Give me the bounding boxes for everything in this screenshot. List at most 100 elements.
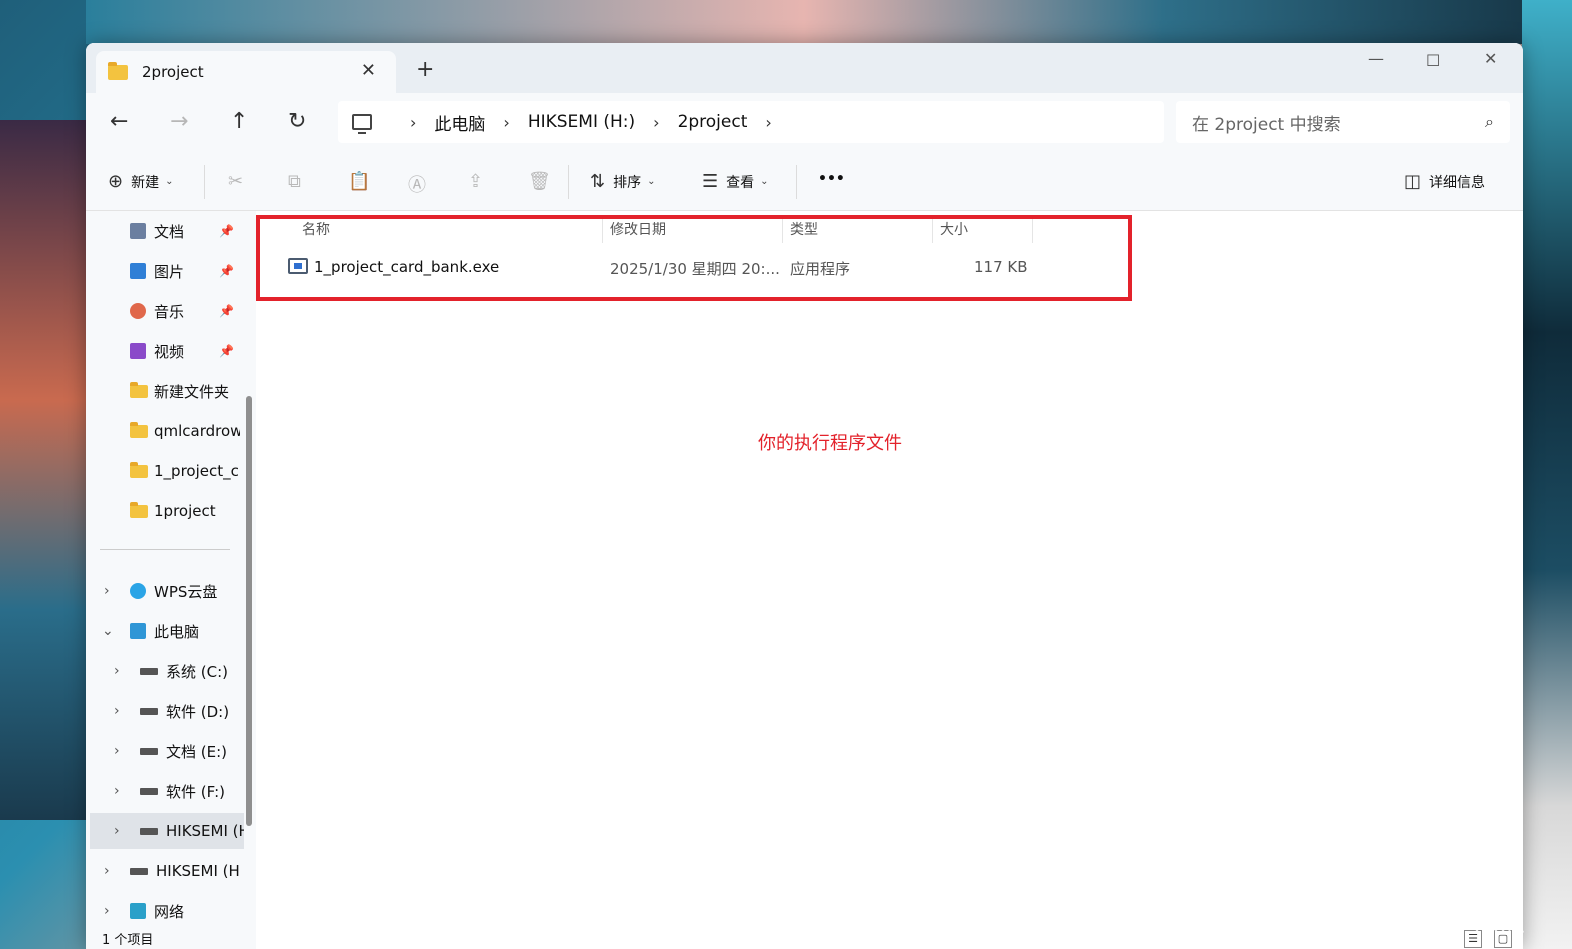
maximize-icon[interactable]: ☐ (1426, 51, 1440, 70)
folder-icon (130, 381, 148, 398)
chevron-right-icon[interactable]: › (114, 663, 120, 679)
minimize-icon[interactable]: — (1368, 49, 1384, 68)
desktop-wallpaper-left (0, 120, 86, 820)
breadcrumb-this-pc[interactable]: 此电脑 (434, 110, 485, 135)
pictures-icon (130, 263, 146, 279)
sidebar-item-drive-d[interactable]: › 软件 (D:) (86, 693, 240, 729)
chevron-down-icon[interactable]: ⌄ (102, 623, 114, 639)
paste-icon[interactable]: 📋 (348, 171, 370, 192)
refresh-icon[interactable]: ↻ (288, 109, 306, 134)
chevron-right-icon[interactable]: › (114, 743, 120, 759)
chevron-right-icon[interactable]: › (104, 903, 110, 919)
drive-icon (130, 867, 148, 875)
sidebar-item-new-folder[interactable]: 新建文件夹 (86, 373, 240, 409)
drive-icon (140, 707, 158, 715)
sidebar-item-documents[interactable]: 文档 📌 (86, 213, 240, 249)
computer-icon (130, 623, 146, 639)
chevron-down-icon: ⌄ (165, 176, 174, 187)
item-count: 1 个项目 (102, 933, 154, 948)
desktop-wallpaper-right (1522, 0, 1572, 949)
new-button[interactable]: ⊕ 新建 ⌄ (108, 171, 173, 192)
video-icon (130, 343, 146, 359)
sidebar-item-1project[interactable]: 1project (86, 493, 240, 529)
tab-2project[interactable]: 2project ✕ (96, 51, 396, 93)
chevron-right-icon[interactable]: › (114, 823, 120, 839)
folder-icon (108, 61, 128, 80)
more-options-button[interactable]: ••• (818, 171, 845, 187)
chevron-right-icon[interactable]: › (114, 783, 120, 799)
forward-arrow-icon[interactable]: → (170, 109, 188, 134)
sidebar-item-videos[interactable]: 视频 📌 (86, 333, 240, 369)
breadcrumb-drive[interactable]: HIKSEMI (H:) (528, 112, 635, 132)
sidebar-item-this-pc[interactable]: ⌄ 此电脑 (86, 613, 240, 649)
folder-icon (130, 501, 148, 518)
drive-icon (140, 747, 158, 755)
sidebar-scrollbar[interactable] (246, 396, 252, 826)
sidebar-item-drive-h-selected[interactable]: › HIKSEMI (H:) (90, 813, 244, 849)
sidebar-item-drive-h[interactable]: › HIKSEMI (H:) (86, 853, 240, 889)
sort-icon: ⇅ (590, 171, 606, 192)
sidebar-item-music[interactable]: 音乐 📌 (86, 293, 240, 329)
sidebar-item-1-project-c[interactable]: 1_project_c (86, 453, 240, 489)
chevron-right-icon[interactable]: › (503, 113, 509, 132)
pin-icon[interactable]: 📌 (219, 304, 234, 318)
search-icon[interactable]: ⌕ (1485, 112, 1494, 132)
command-bar: ⊕ 新建 ⌄ ✂ ⧉ 📋 Ⓐ ⇪ 🗑 ⇅ 排序 ⌄ ☰ 查看 ⌄ ••• ◫ 详… (86, 153, 1523, 211)
chevron-right-icon[interactable]: › (104, 583, 110, 599)
tab-title: 2project (142, 63, 204, 81)
chevron-right-icon[interactable]: › (765, 113, 771, 132)
close-window-icon[interactable]: ✕ (1484, 49, 1497, 68)
sidebar-item-qmlcardrow[interactable]: qmlcardrow (86, 413, 240, 449)
toolbar-divider (568, 165, 569, 199)
details-pane-icon: ◫ (1404, 171, 1422, 192)
chevron-right-icon[interactable]: › (114, 703, 120, 719)
toolbar-divider (204, 165, 205, 199)
sidebar-item-network[interactable]: › 网络 (86, 893, 240, 929)
breadcrumb-folder[interactable]: 2project (678, 112, 748, 132)
annotation-highlight-box (256, 215, 1132, 301)
sidebar-divider (100, 549, 230, 550)
chevron-right-icon[interactable]: › (104, 863, 110, 879)
pin-icon[interactable]: 📌 (219, 264, 234, 278)
delete-icon[interactable]: 🗑 (528, 171, 551, 192)
desktop-wallpaper-top (86, 0, 1522, 44)
share-icon[interactable]: ⇪ (468, 171, 483, 192)
file-list: 名称 修改日期 类型 大小 1_project_card_bank.exe 20… (256, 211, 1523, 949)
plus-circle-icon: ⊕ (108, 171, 124, 192)
cut-icon[interactable]: ✂ (228, 171, 243, 192)
details-pane-button[interactable]: ◫ 详细信息 (1404, 171, 1485, 192)
rename-icon[interactable]: Ⓐ (408, 171, 426, 197)
pin-icon[interactable]: 📌 (219, 344, 234, 358)
sidebar-item-drive-f[interactable]: › 软件 (F:) (86, 773, 240, 809)
address-bar[interactable]: › 此电脑 › HIKSEMI (H:) › 2project › (338, 101, 1164, 143)
chevron-right-icon[interactable]: › (653, 113, 659, 132)
sidebar-item-pictures[interactable]: 图片 📌 (86, 253, 240, 289)
folder-icon (130, 421, 148, 438)
copy-icon[interactable]: ⧉ (288, 171, 301, 192)
music-icon (130, 303, 146, 319)
drive-icon (140, 787, 158, 795)
sort-button[interactable]: ⇅ 排序 ⌄ (590, 171, 655, 192)
view-button[interactable]: ☰ 查看 ⌄ (702, 171, 769, 192)
new-tab-plus-icon[interactable]: + (416, 57, 434, 82)
file-explorer-window: 2project ✕ + — ☐ ✕ ← → ↑ ↻ › 此电脑 › HIKSE… (86, 43, 1523, 949)
more-icon: ••• (818, 171, 845, 187)
back-arrow-icon[interactable]: ← (110, 109, 128, 134)
chevron-right-icon[interactable]: › (410, 113, 416, 132)
navigation-pane: 文档 📌 图片 📌 音乐 📌 视频 📌 新建文件夹 qmlcardrow 1_p… (86, 211, 256, 949)
search-box[interactable]: 在 2project 中搜索 ⌕ (1176, 101, 1510, 143)
sidebar-item-wps-cloud[interactable]: › WPS云盘 (86, 573, 240, 609)
toolbar-divider (796, 165, 797, 199)
title-bar: 2project ✕ + — ☐ ✕ (86, 43, 1523, 93)
cloud-icon (130, 583, 146, 599)
pin-icon[interactable]: 📌 (219, 224, 234, 238)
navigation-bar: ← → ↑ ↻ › 此电脑 › HIKSEMI (H:) › 2project … (86, 93, 1523, 153)
up-arrow-icon[interactable]: ↑ (230, 109, 248, 134)
close-tab-icon[interactable]: ✕ (361, 60, 376, 81)
sidebar-item-drive-c[interactable]: › 系统 (C:) (86, 653, 240, 689)
watermark: CSDN @只会一点点 (1288, 907, 1526, 937)
sidebar-item-drive-e[interactable]: › 文档 (E:) (86, 733, 240, 769)
sort-label: 排序 (613, 174, 642, 191)
drive-icon (140, 667, 158, 675)
chevron-down-icon: ⌄ (760, 176, 769, 187)
